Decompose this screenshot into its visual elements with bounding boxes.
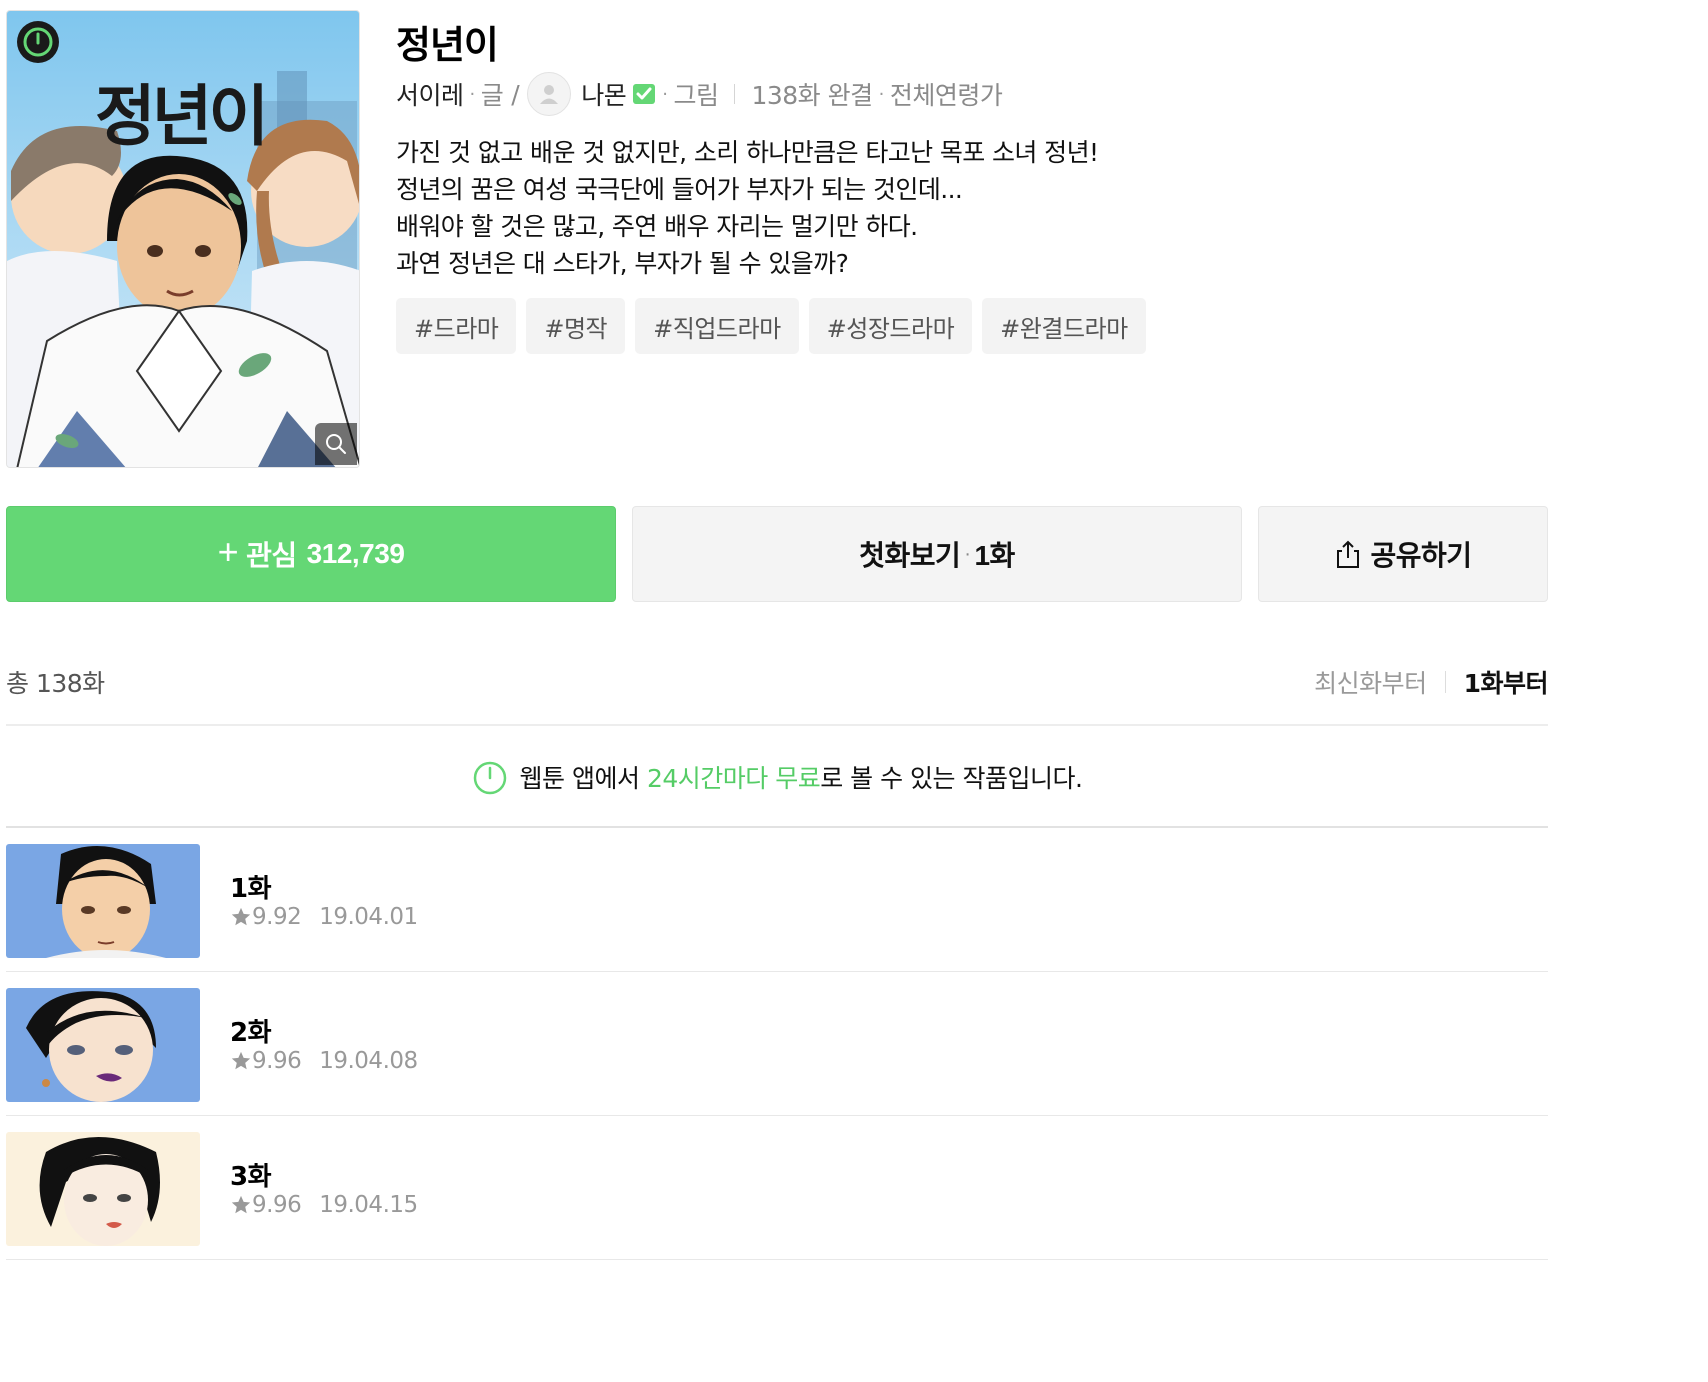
- divider: [6, 724, 1548, 726]
- meta-dot: ·: [469, 83, 476, 105]
- description-line: 가진 것 없고 배운 것 없지만, 소리 하나만큼은 타고난 목포 소녀 정년!: [396, 138, 1099, 167]
- notice-highlight: 24시간마다 무료: [646, 764, 821, 793]
- episode-total: 총 138화: [6, 669, 105, 698]
- series-cover[interactable]: 정년이: [6, 10, 360, 468]
- favorite-label: 관심: [246, 540, 297, 571]
- episode-rating: 9.96: [252, 1192, 302, 1218]
- tag-list: #드라마 #명작 #직업드라마 #성장드라마 #완결드라마: [396, 298, 1146, 354]
- episode-thumbnail: [6, 988, 200, 1102]
- episode-meta: 9.96 19.04.08: [230, 1048, 418, 1074]
- description-line: 과연 정년은 대 스타가, 부자가 될 수 있을까?: [396, 249, 849, 278]
- series-title: 정년이: [396, 23, 499, 67]
- meta-dot: ·: [878, 83, 885, 105]
- episode-date: 19.04.08: [319, 1048, 418, 1074]
- episode-date: 19.04.15: [319, 1192, 418, 1218]
- share-icon: [1337, 540, 1360, 568]
- first-episode-number: 1화: [974, 540, 1015, 571]
- episode-row[interactable]: 2화 9.96 19.04.08: [6, 972, 1548, 1116]
- first-episode-label: 첫화보기: [859, 540, 961, 571]
- description-line: 배워야 할 것은 많고, 주연 배우 자리는 멀기만 하다.: [396, 212, 918, 241]
- tag-chip[interactable]: #드라마: [396, 298, 517, 354]
- age-rating: 전체연령가: [889, 81, 1003, 110]
- author-separator: /: [511, 79, 520, 109]
- artist-role: 그림: [673, 81, 719, 110]
- sort-first-button[interactable]: 1화부터: [1464, 664, 1549, 700]
- writer-role: 글: [480, 81, 504, 110]
- notice-text-post: 로 볼 수 있는 작품입니다.: [820, 764, 1083, 793]
- verified-check-icon: [632, 82, 656, 106]
- sort-latest-button[interactable]: 최신화부터: [1314, 664, 1427, 700]
- episode-rating: 9.92: [252, 904, 302, 930]
- artist-name[interactable]: 나몬: [581, 76, 627, 112]
- cover-title-logo: 정년이: [95, 77, 269, 155]
- favorite-count: 312,739: [306, 538, 405, 569]
- tag-chip[interactable]: #완결드라마: [982, 298, 1146, 354]
- episode-title: 3화: [230, 1162, 272, 1192]
- plus-icon: +: [217, 531, 239, 572]
- episode-thumbnail: [6, 1132, 200, 1246]
- episode-row[interactable]: 1화 9.92 19.04.01: [6, 828, 1548, 972]
- episode-rating: 9.96: [252, 1048, 302, 1074]
- episode-thumbnail: [6, 844, 200, 958]
- meta-divider: [734, 84, 736, 104]
- free-notice: 웹툰 앱에서 24시간마다 무료 로 볼 수 있는 작품입니다.: [6, 742, 1548, 812]
- button-dot: ·: [964, 542, 971, 565]
- meta-dot: ·: [662, 83, 668, 105]
- writer-name[interactable]: 서이레: [396, 76, 464, 112]
- share-button[interactable]: 공유하기: [1258, 506, 1548, 602]
- episode-title: 1화: [230, 874, 272, 904]
- episode-row[interactable]: 3화 9.96 19.04.15: [6, 1116, 1548, 1260]
- share-label: 공유하기: [1370, 540, 1472, 571]
- tag-chip[interactable]: #명작: [526, 298, 626, 354]
- first-episode-button[interactable]: 첫화보기 · 1화: [632, 506, 1242, 602]
- episode-meta: 9.96 19.04.15: [230, 1192, 418, 1218]
- star-icon: [231, 1051, 251, 1070]
- sort-divider: [1444, 671, 1446, 693]
- description-line: 정년의 꿈은 여성 국극단에 들어가 부자가 되는 것인데...: [396, 175, 963, 204]
- episode-title: 2화: [230, 1018, 272, 1048]
- favorite-button[interactable]: + 관심 312,739: [6, 506, 616, 602]
- series-description: 가진 것 없고 배운 것 없지만, 소리 하나만큼은 타고난 목포 소녀 정년!…: [396, 134, 1296, 282]
- row-divider: [6, 1259, 1548, 1260]
- series-meta: 서이레 · 글 / 나몬 · 그림 138화 완결 · 전체연령가: [396, 72, 1003, 116]
- timer-icon: [17, 21, 59, 63]
- star-icon: [231, 1195, 251, 1214]
- sort-options: 최신화부터 1화부터: [1314, 664, 1548, 700]
- tag-chip[interactable]: #직업드라마: [635, 298, 799, 354]
- episode-date: 19.04.01: [319, 904, 418, 930]
- notice-text-pre: 웹툰 앱에서: [519, 764, 647, 793]
- star-icon: [231, 907, 251, 926]
- episodes-status: 138화 완결: [751, 81, 873, 110]
- tag-chip[interactable]: #성장드라마: [808, 298, 973, 354]
- zoom-icon[interactable]: [315, 423, 357, 465]
- episode-meta: 9.92 19.04.01: [230, 904, 418, 930]
- avatar-icon[interactable]: [527, 72, 572, 116]
- timer-icon: [473, 761, 506, 795]
